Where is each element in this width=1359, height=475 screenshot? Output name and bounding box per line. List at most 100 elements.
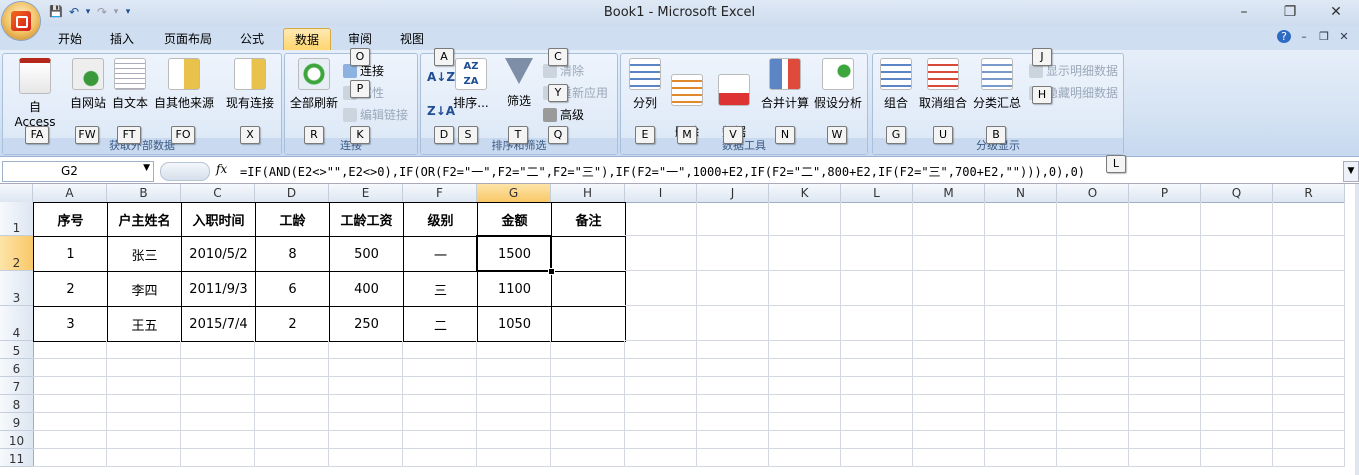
empty-cell[interactable] [625,431,697,449]
empty-cell[interactable] [33,377,107,395]
tab-page-layout[interactable]: 页面布局 [156,28,220,50]
empty-cell[interactable] [329,449,403,467]
table-cell[interactable]: 三 [403,271,478,307]
column-header-h[interactable]: H [551,184,625,203]
empty-cell[interactable] [181,341,255,359]
empty-cell[interactable] [625,449,697,467]
column-header-o[interactable]: O [1057,184,1129,203]
empty-cell[interactable] [477,413,551,431]
column-header-i[interactable]: I [625,184,697,203]
empty-cell[interactable] [1201,377,1273,395]
empty-cell[interactable] [1201,413,1273,431]
empty-cell[interactable] [551,449,625,467]
empty-cell[interactable] [107,413,181,431]
table-cell[interactable]: 250 [329,306,404,342]
empty-cell[interactable] [1057,449,1129,467]
empty-cell[interactable] [697,395,769,413]
empty-cell[interactable] [913,202,985,236]
empty-cell[interactable] [769,341,841,359]
table-header-cell[interactable]: 工龄 [255,202,330,237]
empty-cell[interactable] [1057,236,1129,271]
column-header-a[interactable]: A [33,184,107,203]
empty-cell[interactable] [985,341,1057,359]
column-header-g[interactable]: G [477,184,551,203]
column-header-f[interactable]: F [403,184,477,203]
empty-cell[interactable] [477,449,551,467]
empty-cell[interactable] [255,377,329,395]
empty-cell[interactable] [1273,271,1345,306]
table-cell[interactable]: 李四 [107,271,182,307]
table-cell[interactable]: 500 [329,236,404,272]
empty-cell[interactable] [33,431,107,449]
table-cell[interactable]: 2 [33,271,108,307]
empty-cell[interactable] [181,359,255,377]
empty-cell[interactable] [255,431,329,449]
empty-cell[interactable] [769,236,841,271]
empty-cell[interactable] [1273,236,1345,271]
refresh-all-button[interactable]: 全部刷新 [287,58,341,111]
empty-cell[interactable] [107,395,181,413]
empty-cell[interactable] [551,431,625,449]
tab-formulas[interactable]: 公式 [232,28,272,50]
empty-cell[interactable] [841,413,913,431]
empty-cell[interactable] [625,306,697,341]
table-cell[interactable]: 一 [403,236,478,272]
empty-cell[interactable] [697,413,769,431]
empty-cell[interactable] [841,306,913,341]
empty-cell[interactable] [477,431,551,449]
subtotal-button[interactable]: 分类汇总 [971,58,1023,111]
empty-cell[interactable] [1057,431,1129,449]
empty-cell[interactable] [403,395,477,413]
row-header-10[interactable]: 10 [0,431,34,449]
empty-cell[interactable] [985,236,1057,271]
empty-cell[interactable] [697,359,769,377]
from-other-sources-button[interactable]: 自其他来源 [151,58,217,111]
empty-cell[interactable] [107,359,181,377]
empty-cell[interactable] [841,202,913,236]
table-header-cell[interactable]: 金额 [477,202,552,237]
empty-cell[interactable] [1201,341,1273,359]
row-header-2[interactable]: 2 [0,236,34,271]
empty-cell[interactable] [329,341,403,359]
table-header-cell[interactable]: 级别 [403,202,478,237]
empty-cell[interactable] [697,236,769,271]
empty-cell[interactable] [181,377,255,395]
formula-input[interactable]: =IF(AND(E2<>"",E2<>0),IF(OR(F2="一",F2="二… [240,163,1085,180]
advanced-filter-button[interactable]: 高级 [543,106,584,123]
table-cell[interactable]: 二 [403,306,478,342]
empty-cell[interactable] [551,395,625,413]
empty-cell[interactable] [913,449,985,467]
doc-minimize-icon[interactable]: – [1297,30,1311,43]
empty-cell[interactable] [403,449,477,467]
empty-cell[interactable] [1129,341,1201,359]
row-header-7[interactable]: 7 [0,377,34,395]
empty-cell[interactable] [985,359,1057,377]
empty-cell[interactable] [1273,341,1345,359]
table-cell[interactable]: 王五 [107,306,182,342]
column-header-c[interactable]: C [181,184,255,203]
expand-formula-bar-icon[interactable]: ▼ [1343,161,1359,182]
empty-cell[interactable] [1129,271,1201,306]
empty-cell[interactable] [1129,449,1201,467]
ungroup-button[interactable]: 取消组合 [917,58,969,111]
table-cell[interactable] [551,306,626,342]
worksheet-grid[interactable]: A B C D E F G H I J K L M N O P Q R 1 2 3 4 5 6 7 8 9 10 11 序号 户主姓名 入职时… [0,184,1359,475]
existing-connections-button[interactable]: 现有连接 [223,58,277,111]
empty-cell[interactable] [697,431,769,449]
empty-cell[interactable] [1273,377,1345,395]
empty-cell[interactable] [841,449,913,467]
empty-cell[interactable] [1201,431,1273,449]
empty-cell[interactable] [403,431,477,449]
column-header-r[interactable]: R [1273,184,1345,203]
fill-handle[interactable] [548,268,555,275]
sort-button[interactable]: AZ ZA 排序... [451,58,491,111]
table-cell[interactable]: 张三 [107,236,182,272]
from-access-button[interactable]: 自 Access [7,58,63,129]
empty-cell[interactable] [1201,271,1273,306]
what-if-analysis-button[interactable]: 假设分析 [811,58,865,111]
empty-cell[interactable] [1129,359,1201,377]
empty-cell[interactable] [477,377,551,395]
empty-cell[interactable] [985,271,1057,306]
empty-cell[interactable] [1057,341,1129,359]
table-cell[interactable] [551,236,626,272]
